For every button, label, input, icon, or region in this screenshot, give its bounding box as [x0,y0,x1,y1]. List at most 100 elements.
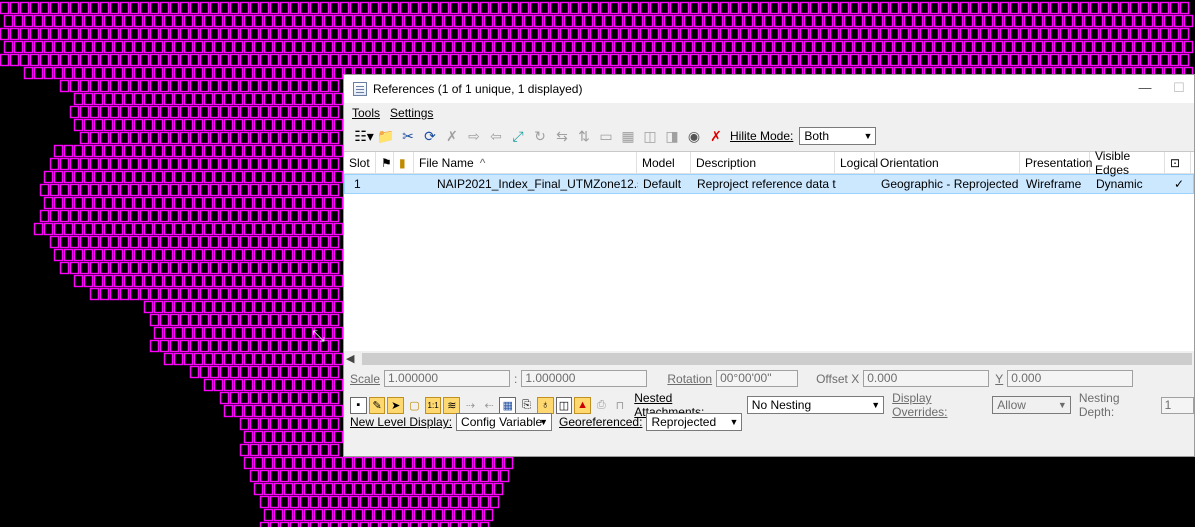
offset-y-field[interactable]: 0.000 [1007,370,1134,387]
dialog-titlebar[interactable]: References (1 of 1 unique, 1 displayed) … [344,75,1194,103]
col-orientation[interactable]: Orientation [875,152,1020,173]
scale-line-styles-icon[interactable]: ≋ [443,396,461,414]
grid-tile [119,1,130,15]
grid-tile [83,248,94,262]
grid-tile [189,53,200,67]
nested-attachments-select[interactable]: No Nesting ▼ [746,396,885,414]
move-icon[interactable]: ⇨ [464,126,484,146]
grid-tile [503,456,514,470]
grid-tile [353,14,364,28]
levels-icon[interactable]: ▲ [574,396,591,414]
cell-display-check[interactable]: ✓ [1166,177,1190,191]
print-icon[interactable]: ⎙ [593,397,610,414]
scale-master-field[interactable]: 1.000000 [384,370,511,387]
table-row[interactable]: 1 NAIP2021_Index_Final_UTMZone12.shp Def… [344,174,1194,194]
col-description[interactable]: Description [691,152,835,173]
nesting-depth-field[interactable]: 1 [1160,396,1195,414]
rotation-field[interactable]: 00°00'00" [716,370,799,387]
grid-tile [713,40,724,54]
display-raster-icon[interactable]: ⎘ [518,397,535,414]
clip-back-icon[interactable]: ◨ [662,126,682,146]
lock-icon[interactable]: ⊓ [612,397,629,414]
maximize-button[interactable]: ☐ [1170,80,1188,96]
mirror-v-icon[interactable]: ⇅ [574,126,594,146]
grid-tile [249,53,260,67]
grid-tile [183,222,194,236]
exchange-icon[interactable]: ✗ [442,126,462,146]
grid-tile [219,105,230,119]
hilite-lamp-icon[interactable]: ♁ [536,396,554,414]
hilite-icon[interactable]: ✗ [706,126,726,146]
flag-icon[interactable]: ⚑ [376,152,394,173]
grid-tile [189,183,200,197]
file-icon[interactable]: ▮ [394,152,414,173]
grid-tile [349,521,360,527]
col-model[interactable]: Model [637,152,691,173]
grid-tile [163,352,174,366]
treat-as-element-icon[interactable]: ▦ [499,396,517,414]
grid-tile [693,14,704,28]
grid-tile [413,482,424,496]
grid-tile [189,79,200,93]
column-chooser-icon[interactable]: ⊡ [1165,152,1191,173]
grid-tile [59,27,70,41]
grid-tile [609,1,620,15]
true-scale-icon[interactable]: 1:1 [424,396,442,414]
cell-file-name: NAIP2021_Index_Final_UTMZone12.shp [437,177,638,191]
mirror-h-icon[interactable]: ⇆ [552,126,572,146]
grid-tile [969,53,980,67]
detach-icon[interactable]: ✂ [398,126,418,146]
minimize-button[interactable]: — [1136,80,1154,96]
clip-icon[interactable]: ▢ [406,397,423,414]
snap-icon[interactable]: ✎ [368,396,386,414]
clip-mask-icon[interactable]: ▦ [618,126,638,146]
grid-tile [179,105,190,119]
col-visible-edges[interactable]: Visible Edges [1090,149,1165,177]
copy-icon[interactable]: ⇦ [486,126,506,146]
menu-tools[interactable]: Tools [352,106,380,120]
use-lights-icon[interactable]: ◫ [555,396,573,414]
attach-icon[interactable]: 📁 [376,126,396,146]
grid-tile [319,53,330,67]
clip-front-icon[interactable]: ◫ [640,126,660,146]
reload-icon[interactable]: ⟳ [420,126,440,146]
delete-clip-icon[interactable]: ◉ [684,126,704,146]
menu-settings[interactable]: Settings [390,106,433,120]
horizontal-scrollbar[interactable]: ◀ [344,351,1194,367]
grid-tile [1173,40,1184,54]
new-level-display-select[interactable]: Config Variable ▼ [456,413,553,431]
col-logical[interactable]: Logical [835,152,878,173]
rotate-icon[interactable]: ↻ [530,126,550,146]
scale-reference-field[interactable]: 1.000000 [521,370,648,387]
scale-separator: : [514,371,518,386]
clip-boundary-icon[interactable]: ▭ [596,126,616,146]
grid-tile [489,495,500,509]
locate-icon[interactable]: ➤ [387,396,405,414]
grid-tile [9,27,20,41]
scroll-thumb[interactable] [362,353,1192,365]
col-presentation[interactable]: Presentation [1020,152,1092,173]
grid-tile [319,417,330,431]
grid-tile [173,222,184,236]
ignore-attachment-icon[interactable]: ⇢ [462,397,479,414]
scroll-left-icon[interactable]: ◀ [346,351,354,367]
scale-icon[interactable]: ⤢ [508,126,528,146]
col-slot[interactable]: Slot [344,152,376,173]
display-toggle-icon[interactable]: ▪ [350,396,367,414]
grid-tile [249,417,260,431]
grid-tile [949,53,960,67]
grid-tile [179,183,190,197]
grid-tile [683,14,694,28]
grid-tile [229,339,240,353]
global-linestyle-icon[interactable]: ⇠ [481,397,498,414]
grid-tile [169,131,180,145]
offset-x-field[interactable]: 0.000 [863,370,990,387]
col-file-name[interactable]: File Name ^ [414,152,637,173]
grid-tile [309,287,320,301]
grid-tile [689,1,700,15]
tree-view-icon[interactable]: ☷▾ [354,126,374,146]
grid-tile [763,14,774,28]
hilite-mode-select[interactable]: Both ▼ [799,127,877,145]
georeferenced-select[interactable]: Reprojected ▼ [646,413,743,431]
display-overrides-select[interactable]: Allow ▼ [992,396,1071,414]
